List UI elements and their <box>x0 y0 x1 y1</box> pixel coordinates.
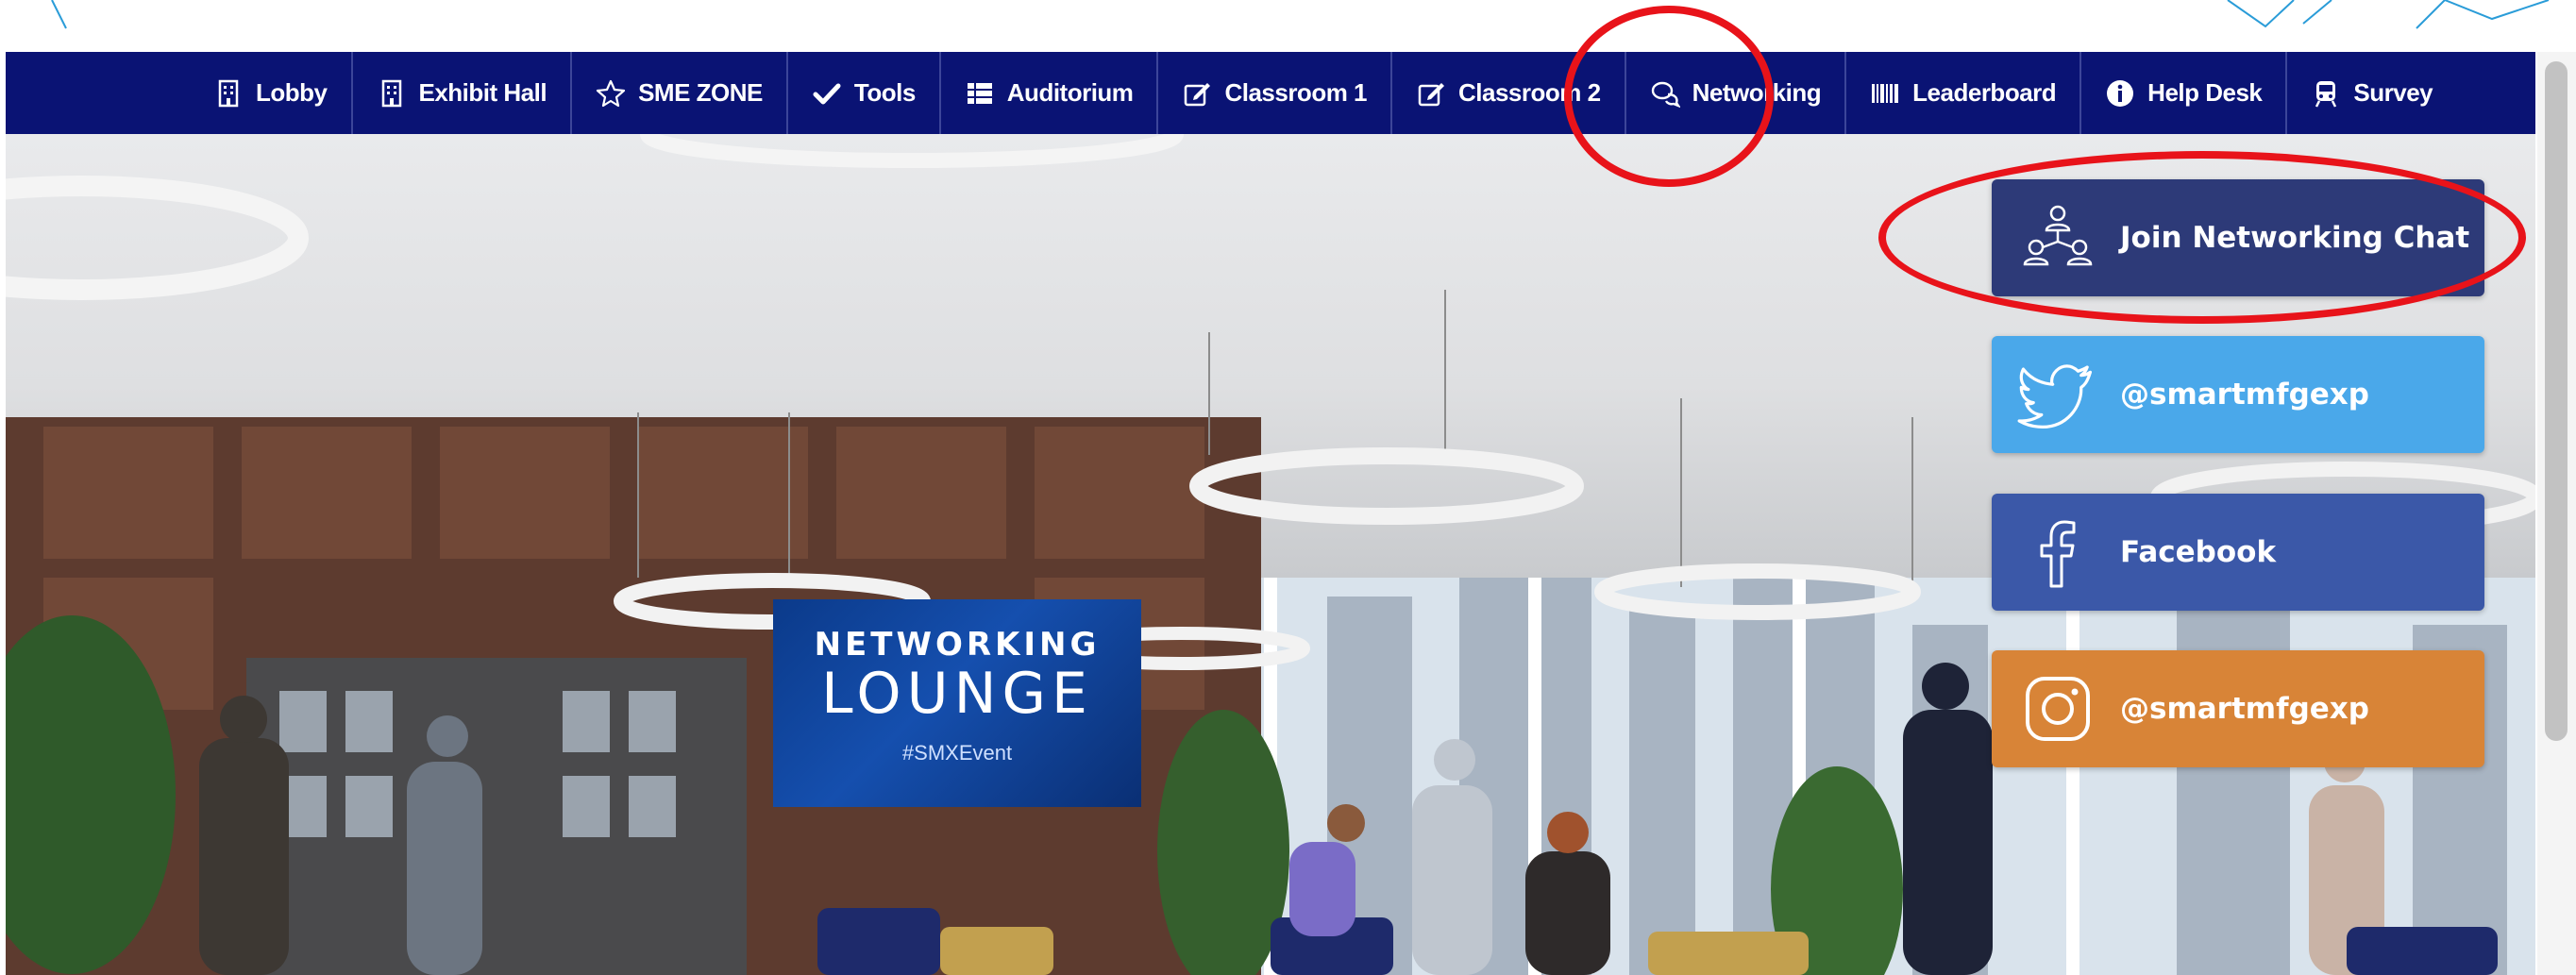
nav-label: Leaderboard <box>1912 78 2057 107</box>
star-icon <box>596 78 626 109</box>
edit-icon <box>1182 78 1212 109</box>
nav-help-desk[interactable]: Help Desk <box>2081 52 2288 134</box>
twitter-button[interactable]: @smartmfgexp <box>1992 336 2484 453</box>
barcode-icon <box>1870 78 1900 109</box>
info-icon <box>2105 78 2135 109</box>
twitter-icon <box>2011 347 2105 442</box>
instagram-icon <box>2011 662 2105 756</box>
network-lines-decoration <box>51 0 2550 29</box>
check-icon <box>812 78 842 109</box>
nav-label: Survey <box>2353 78 2433 107</box>
top-decoration <box>0 0 2576 52</box>
nav-label: Tools <box>853 78 916 107</box>
nav-lobby[interactable]: Lobby <box>190 52 353 134</box>
main-navbar: Lobby Exhibit Hall SME ZONE Tools Audito… <box>6 52 2535 134</box>
twitter-handle-label: @smartmfgexp <box>2120 378 2369 412</box>
nav-label: Lobby <box>256 78 328 107</box>
nav-leaderboard[interactable]: Leaderboard <box>1846 52 2082 134</box>
instagram-handle-label: @smartmfgexp <box>2120 692 2369 726</box>
join-networking-chat-button[interactable]: Join Networking Chat <box>1992 179 2484 296</box>
chat-icon <box>1650 78 1680 109</box>
list-icon <box>965 78 995 109</box>
building-icon <box>377 78 407 109</box>
join-networking-chat-label: Join Networking Chat <box>2120 221 2470 255</box>
nav-tools[interactable]: Tools <box>788 52 941 134</box>
facebook-label: Facebook <box>2120 535 2277 569</box>
facebook-icon <box>2011 505 2105 599</box>
edit-icon <box>1416 78 1446 109</box>
nav-label: Auditorium <box>1006 78 1134 107</box>
nav-exhibit-hall[interactable]: Exhibit Hall <box>353 52 573 134</box>
nav-label: SME ZONE <box>638 78 763 107</box>
nav-networking[interactable]: Networking <box>1626 52 1847 134</box>
sign-title-line2: LOUNGE <box>821 661 1093 727</box>
page-scrollbar[interactable] <box>2537 52 2576 975</box>
nav-classroom-1[interactable]: Classroom 1 <box>1158 52 1393 134</box>
nav-sme-zone[interactable]: SME ZONE <box>572 52 788 134</box>
network-users-icon <box>2011 191 2105 285</box>
nav-survey[interactable]: Survey <box>2287 52 2456 134</box>
scrollbar-thumb[interactable] <box>2545 61 2568 741</box>
nav-auditorium[interactable]: Auditorium <box>941 52 1159 134</box>
sign-hashtag: #SMXEvent <box>901 741 1013 765</box>
instagram-button[interactable]: @smartmfgexp <box>1992 650 2484 767</box>
nav-label: Networking <box>1692 78 1822 107</box>
nav-classroom-2[interactable]: Classroom 2 <box>1392 52 1626 134</box>
building-icon <box>213 78 244 109</box>
nav-label: Classroom 2 <box>1458 78 1601 107</box>
train-icon <box>2311 78 2341 109</box>
sign-title-line1: NETWORKING <box>814 626 1101 664</box>
nav-label: Classroom 1 <box>1224 78 1368 107</box>
facebook-button[interactable]: Facebook <box>1992 494 2484 611</box>
nav-label: Help Desk <box>2147 78 2263 107</box>
nav-label: Exhibit Hall <box>418 78 547 107</box>
networking-lounge-sign: NETWORKING LOUNGE #SMXEvent <box>773 599 1141 807</box>
